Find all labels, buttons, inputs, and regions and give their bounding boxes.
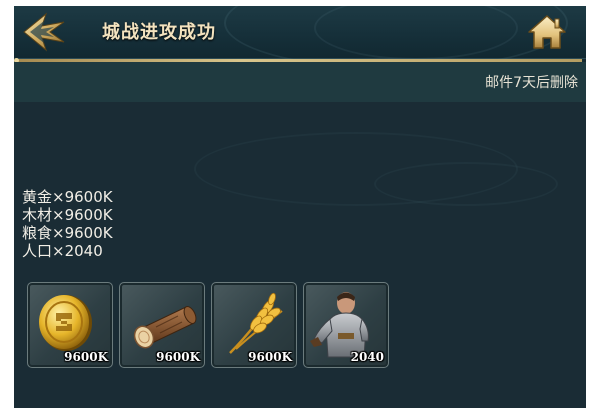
reward-line-population: 人口×2040: [22, 242, 103, 260]
mail-panel: 城战进攻成功 邮件7天后删除 黄金×9600K 木材×9600K 粮食×9600…: [14, 6, 586, 408]
reward-line-wood: 木材×9600K: [22, 206, 113, 224]
page-title: 城战进攻成功: [102, 22, 216, 43]
reward-item-population[interactable]: 2040: [303, 282, 389, 368]
reward-item-wood[interactable]: 9600K: [119, 282, 205, 368]
reward-item-gold[interactable]: 9600K: [27, 282, 113, 368]
reward-text-list: 黄金×9600K 木材×9600K 粮食×9600K 人口×2040: [22, 188, 113, 260]
item-quantity: 9600K: [156, 350, 200, 364]
reward-line-gold: 黄金×9600K: [22, 188, 113, 206]
item-quantity: 2040: [350, 350, 384, 364]
item-quantity: 9600K: [64, 350, 108, 364]
home-button[interactable]: [526, 12, 568, 52]
back-button[interactable]: [20, 10, 68, 54]
back-arrow-icon: [23, 12, 65, 52]
item-quantity: 9600K: [248, 350, 292, 364]
home-icon: [528, 15, 566, 49]
background-decoration-small: [374, 162, 558, 206]
reward-item-food[interactable]: 9600K: [211, 282, 297, 368]
mail-info-bar: 邮件7天后删除: [14, 62, 586, 102]
mail-expire-notice: 邮件7天后删除: [485, 75, 578, 91]
mail-content: 黄金×9600K 木材×9600K 粮食×9600K 人口×2040 9600K…: [14, 102, 586, 408]
reward-line-food: 粮食×9600K: [22, 224, 113, 242]
header-bar: 城战进攻成功: [14, 6, 586, 70]
